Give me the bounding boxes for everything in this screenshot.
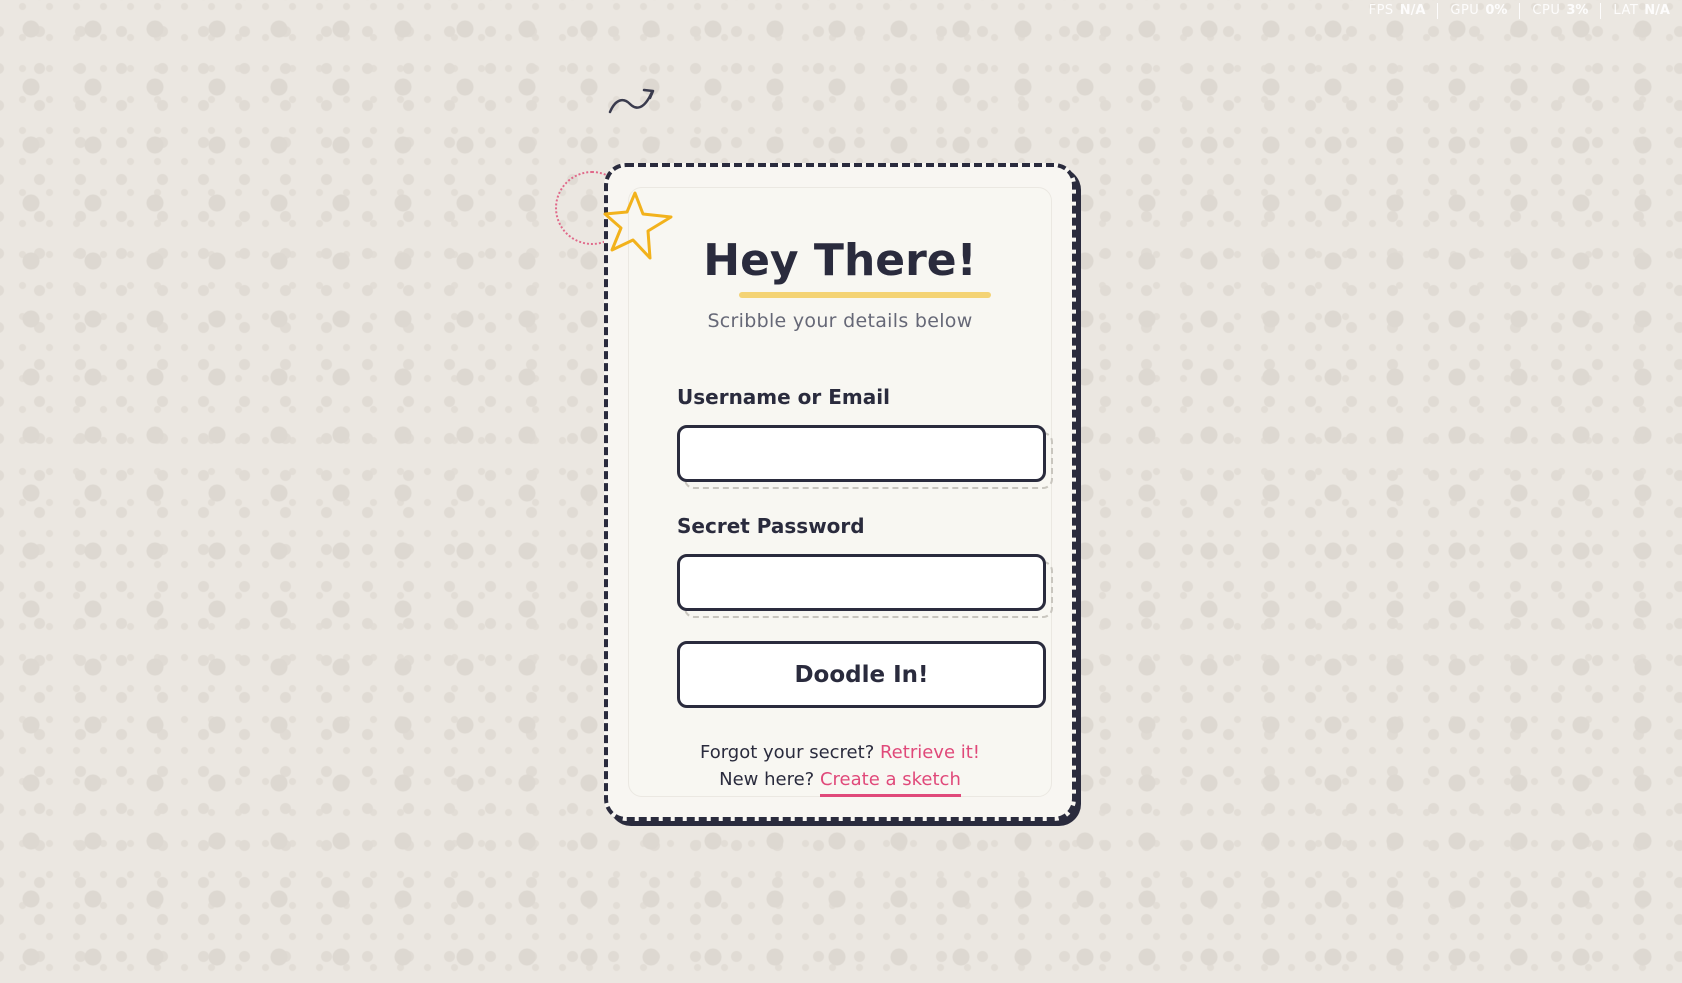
create-account-link[interactable]: Create a sketch bbox=[819, 769, 961, 797]
squiggle-icon bbox=[608, 88, 655, 114]
status-cpu: CPU 3% bbox=[1519, 3, 1600, 19]
status-fps-label: FPS bbox=[1368, 3, 1394, 18]
page-subtitle: Scribble your details below bbox=[707, 310, 973, 332]
status-lat: LAT N/A bbox=[1600, 3, 1682, 19]
forgot-password-row: Forgot your secret? Retrieve it! bbox=[629, 739, 1051, 766]
username-field-wrapper bbox=[677, 425, 1053, 489]
signup-text: New here? bbox=[719, 769, 815, 790]
status-gpu-label: GPU bbox=[1450, 3, 1480, 18]
star-icon bbox=[603, 191, 673, 260]
auth-links: Forgot your secret? Retrieve it! New her… bbox=[629, 739, 1051, 797]
doodle-in-button[interactable]: Doodle In! bbox=[677, 641, 1046, 708]
status-gpu: GPU 0% bbox=[1437, 3, 1519, 19]
password-field-wrapper bbox=[677, 554, 1053, 618]
password-label: Secret Password bbox=[677, 514, 865, 538]
status-cpu-label: CPU bbox=[1532, 3, 1561, 18]
status-lat-value: N/A bbox=[1644, 3, 1670, 18]
title-highlight bbox=[739, 292, 991, 298]
page-title: Hey There! bbox=[703, 235, 977, 286]
status-fps: FPS N/A bbox=[1357, 3, 1438, 19]
retrieve-password-link[interactable]: Retrieve it! bbox=[880, 742, 980, 763]
status-fps-value: N/A bbox=[1399, 3, 1426, 18]
status-lat-label: LAT bbox=[1613, 3, 1639, 18]
forgot-password-text: Forgot your secret? bbox=[699, 742, 875, 763]
login-card-inner: Hey There! Scribble your details below U… bbox=[628, 187, 1053, 797]
username-input[interactable] bbox=[677, 425, 1046, 482]
status-cpu-value: 3% bbox=[1566, 3, 1589, 18]
status-bar: FPS N/A GPU 0% CPU 3% LAT N/A bbox=[1357, 3, 1682, 19]
signup-row: New here? Create a sketch bbox=[629, 766, 1051, 797]
password-input[interactable] bbox=[677, 554, 1046, 611]
status-gpu-value: 0% bbox=[1485, 3, 1508, 18]
username-label: Username or Email bbox=[677, 385, 890, 409]
